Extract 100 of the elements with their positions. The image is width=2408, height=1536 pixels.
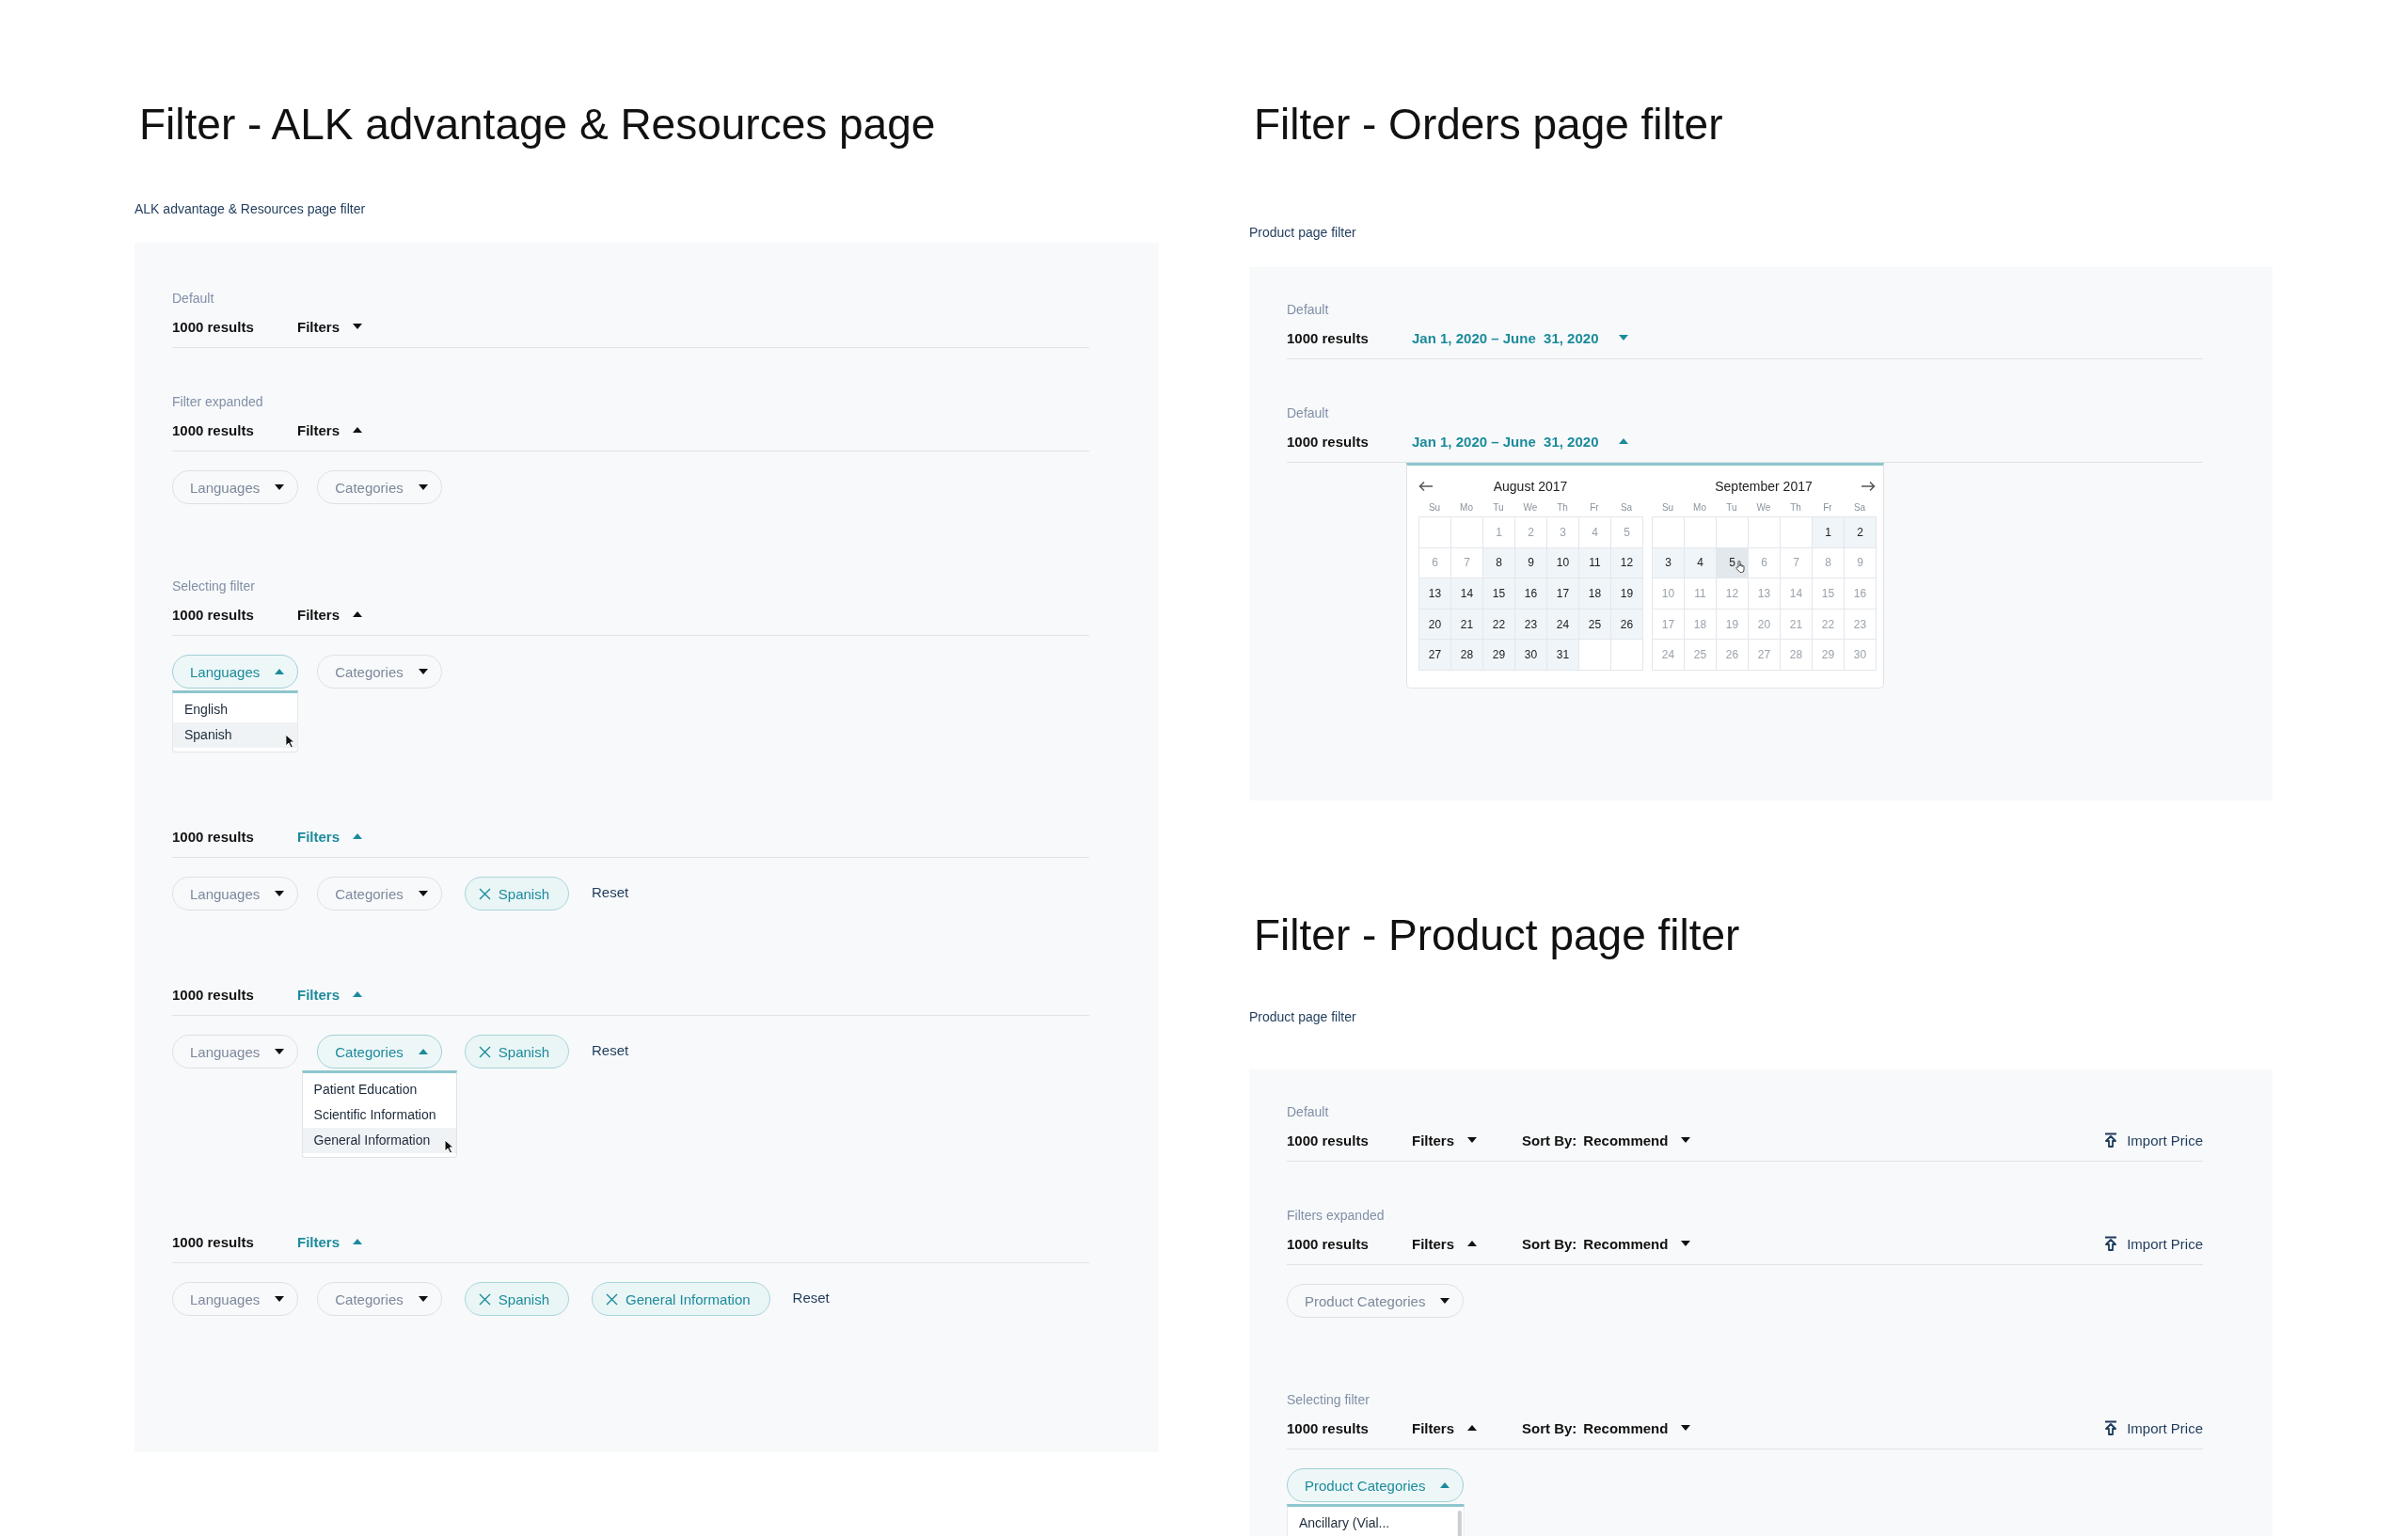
calendar-day[interactable]: 17 (1547, 578, 1579, 609)
calendar-day[interactable]: 4 (1685, 547, 1717, 578)
date-range-toggle[interactable]: Jan 1, 2020 – June 31, 2020 (1412, 329, 1629, 346)
filters-toggle[interactable]: Filters (1412, 1132, 1477, 1148)
reset-link[interactable]: Reset (592, 1035, 629, 1067)
caret-icon (418, 891, 428, 896)
calendar-day[interactable]: 14 (1451, 578, 1483, 609)
calendar-day[interactable]: 24 (1547, 609, 1579, 640)
filters-toggle[interactable]: Filters (297, 986, 362, 1003)
dropdown-option[interactable]: General Information (302, 1128, 457, 1153)
calendar-day[interactable]: 30 (1515, 640, 1547, 670)
calendar-day[interactable]: 18 (1579, 578, 1611, 609)
arrow-right-icon[interactable] (1861, 481, 1876, 492)
filter-dropdown[interactable]: Languages (172, 877, 299, 911)
calendar-day[interactable]: 25 (1579, 609, 1611, 640)
dropdown-option[interactable]: English (173, 697, 298, 722)
close-icon (478, 1045, 491, 1058)
sort-dropdown[interactable]: Recommend (1583, 1132, 1691, 1148)
filter-dropdown[interactable]: Categories (317, 470, 442, 504)
calendar-day[interactable]: 28 (1451, 640, 1483, 670)
sort-dropdown[interactable]: Recommend (1583, 1235, 1691, 1252)
calendar-day[interactable]: 21 (1451, 609, 1483, 640)
filters-toggle[interactable]: Filters (1412, 1419, 1477, 1436)
calendar-day[interactable]: 23 (1515, 609, 1547, 640)
sort-dropdown[interactable]: Recommend (1583, 1419, 1691, 1436)
import-price-button[interactable]: Import Price (2104, 1132, 2203, 1148)
caret-icon (353, 991, 362, 997)
filters-toggle[interactable]: Filters (297, 1233, 362, 1250)
filter-dropdown[interactable]: Languages (172, 655, 299, 689)
calendar-day[interactable]: 22 (1483, 609, 1515, 640)
arrow-left-icon[interactable] (1418, 481, 1434, 492)
calendar-day[interactable]: 9 (1515, 547, 1547, 578)
filter-dropdown[interactable]: Product Categories (1287, 1468, 1465, 1502)
dropdown-option[interactable]: Scientific Information (302, 1102, 457, 1128)
calendar-day[interactable]: 29 (1483, 640, 1515, 670)
filters-toggle[interactable]: Filters (297, 421, 362, 438)
results-count: 1000 results (1287, 433, 1370, 450)
section-caption: ALK advantage & Resources page filter (135, 200, 367, 217)
calendar-day[interactable]: 8 (1483, 547, 1515, 578)
selected-filter-chip[interactable]: Spanish (464, 877, 569, 911)
filters-toggle[interactable]: Filters (297, 318, 362, 335)
dropdown-option[interactable]: Patient Education (302, 1077, 457, 1102)
reset-link[interactable]: Reset (792, 1282, 830, 1314)
weekday-label: Fr (1822, 501, 1833, 513)
weekday-label: Fr (1589, 501, 1600, 513)
calendar-day[interactable]: 16 (1515, 578, 1547, 609)
caret-icon (418, 669, 428, 674)
filter-dropdown[interactable]: Categories (317, 1282, 442, 1316)
results-count: 1000 results (1287, 329, 1370, 346)
dropdown-option[interactable]: Ancillary (Vial... (1288, 1511, 1464, 1536)
caret-icon (418, 1049, 428, 1054)
state-label: Default (1287, 1103, 1330, 1120)
dropdown-option[interactable]: Spanish (173, 722, 298, 748)
results-count: 1000 results (1287, 1419, 1370, 1436)
calendar-day[interactable]: 3 (1653, 547, 1685, 578)
weekday-label: Tu (1725, 501, 1738, 513)
upload-icon (2104, 1236, 2118, 1251)
calendar-day[interactable]: 26 (1611, 609, 1643, 640)
calendar-day[interactable]: 11 (1579, 547, 1611, 578)
caret-icon (353, 1239, 362, 1244)
filter-dropdown[interactable]: Categories (317, 877, 442, 911)
caret-icon (1619, 438, 1629, 444)
mouse-pointer-icon (285, 734, 296, 749)
calendar-day[interactable]: 5 (1717, 547, 1749, 578)
selected-filter-chip[interactable]: General Information (592, 1282, 770, 1316)
reset-link[interactable]: Reset (592, 877, 629, 909)
calendar-day[interactable]: 12 (1611, 547, 1643, 578)
calendar-day[interactable]: 31 (1547, 640, 1579, 670)
filter-dropdown[interactable]: Product Categories (1287, 1284, 1465, 1318)
filter-dropdown[interactable]: Languages (172, 1282, 299, 1316)
weekday-label: Th (1556, 501, 1569, 513)
calendar-day[interactable]: 15 (1483, 578, 1515, 609)
filters-toggle[interactable]: Filters (297, 606, 362, 623)
caret-icon (275, 891, 285, 896)
weekday-label: Mo (1459, 501, 1474, 513)
calendar-day[interactable]: 1 (1813, 517, 1845, 547)
import-price-button[interactable]: Import Price (2104, 1235, 2203, 1252)
month-title: August 2017 (1493, 479, 1568, 494)
sort-label: Sort By: (1522, 1235, 1577, 1252)
caret-icon (353, 427, 362, 433)
state-label: Default (172, 290, 215, 307)
import-price-button[interactable]: Import Price (2104, 1419, 2203, 1436)
calendar-day[interactable]: 10 (1547, 547, 1579, 578)
selected-filter-chip[interactable]: Spanish (464, 1282, 569, 1316)
date-range-toggle[interactable]: Jan 1, 2020 – June 31, 2020 (1412, 433, 1629, 450)
calendar-day[interactable]: 27 (1419, 640, 1451, 670)
filter-dropdown[interactable]: Categories (317, 1035, 442, 1069)
filter-dropdown[interactable]: Languages (172, 470, 299, 504)
caret-icon (1467, 1137, 1477, 1143)
calendar-day[interactable]: 2 (1845, 517, 1877, 547)
weekday-label: Mo (1692, 501, 1707, 513)
weekday-label: Sa (1619, 501, 1634, 513)
calendar-day[interactable]: 20 (1419, 609, 1451, 640)
calendar-day[interactable]: 13 (1419, 578, 1451, 609)
filters-toggle[interactable]: Filters (1412, 1235, 1477, 1252)
filters-toggle[interactable]: Filters (297, 828, 362, 845)
selected-filter-chip[interactable]: Spanish (464, 1035, 569, 1069)
filter-dropdown[interactable]: Languages (172, 1035, 299, 1069)
filter-dropdown[interactable]: Categories (317, 655, 442, 689)
calendar-day[interactable]: 19 (1611, 578, 1643, 609)
